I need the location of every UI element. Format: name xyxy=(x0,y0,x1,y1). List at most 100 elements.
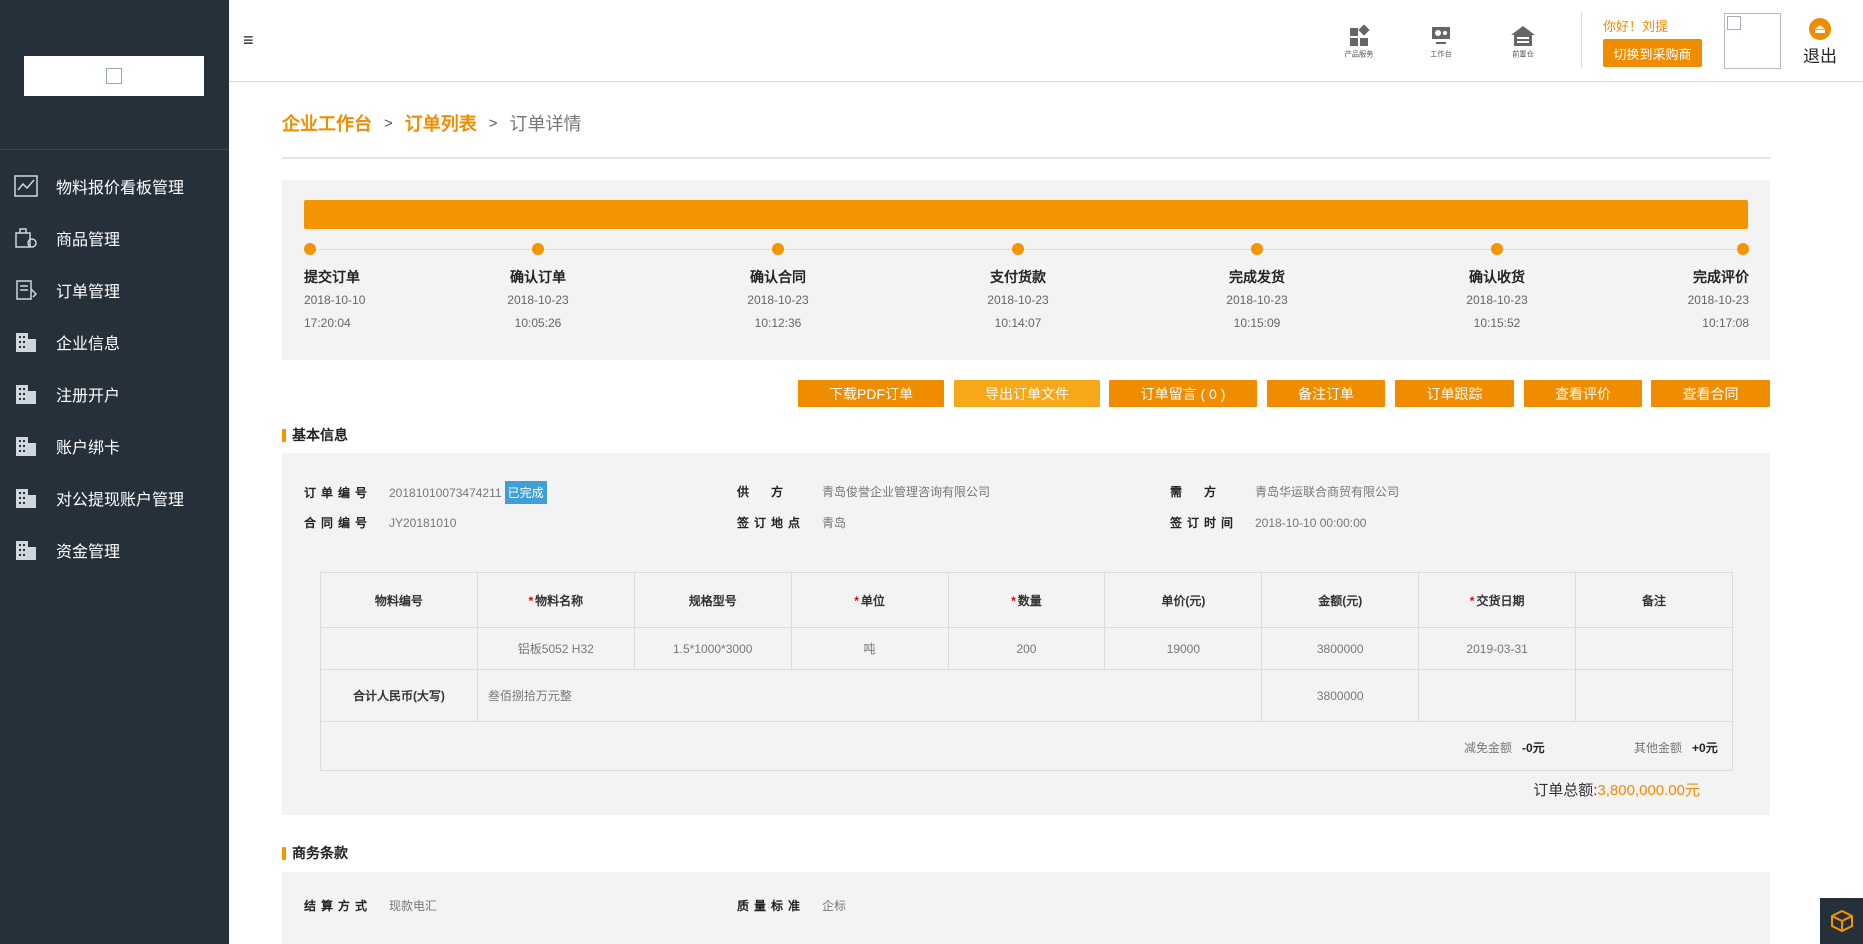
sum-empty-cell xyxy=(1418,669,1577,722)
building-icon xyxy=(14,487,38,509)
column-header: * 物料名称 xyxy=(476,572,635,628)
building-icon xyxy=(14,435,38,457)
goods-icon xyxy=(14,227,38,249)
download-pdf-button[interactable]: 下载PDF订单 xyxy=(798,380,944,407)
order-message-button[interactable]: 订单留言 ( 0 ) xyxy=(1109,380,1257,407)
order-number-row: 订单编号 20181010073474211 已完成 xyxy=(304,481,547,504)
progress-dot xyxy=(1737,243,1749,255)
logout-button[interactable]: ⏏ 退出 xyxy=(1803,18,1837,67)
step-date: 2018-10-10 xyxy=(304,293,366,307)
breadcrumb-home-link[interactable]: 企业工作台 xyxy=(282,110,372,136)
box-icon xyxy=(1830,909,1853,933)
buyer-row: 需方 青岛华运联合商贸有限公司 xyxy=(1170,483,1399,500)
home-button[interactable]: 前置仓 xyxy=(1501,24,1545,60)
header-divider xyxy=(1581,12,1582,68)
sidebar-item-funds[interactable]: 资金管理 xyxy=(0,524,229,576)
breadcrumb-current: 订单详情 xyxy=(509,114,582,134)
sidebar-item-company-info[interactable]: 企业信息 xyxy=(0,316,229,368)
step-time: 10:15:52 xyxy=(1473,316,1521,330)
order-total-value: 3,800,000.00元 xyxy=(1597,782,1700,799)
info-label: 订单编号 xyxy=(304,486,373,500)
order-icon xyxy=(14,279,38,301)
step-title: 确认收货 xyxy=(1469,269,1525,285)
breadcrumb-order-list-link[interactable]: 订单列表 xyxy=(405,110,477,136)
column-header: * 数量 xyxy=(947,572,1106,628)
workbench-button[interactable]: 工作台 xyxy=(1419,24,1463,60)
order-total: 订单总额:3,800,000.00元 xyxy=(1533,779,1700,800)
product-service-button[interactable]: 产品服务 xyxy=(1337,24,1381,60)
sidebar-item-quote-board[interactable]: 物料报价看板管理 xyxy=(0,160,229,212)
sum-row: 合计人民币(大写) 叁佰捌拾万元整 3800000 xyxy=(320,669,1733,722)
cell-unit-price: 19000 xyxy=(1104,627,1263,670)
progress-dot xyxy=(1491,243,1503,255)
quality-standard: 企标 xyxy=(822,899,847,913)
info-label: 质量标准 xyxy=(737,899,806,913)
export-order-button[interactable]: 导出订单文件 xyxy=(954,380,1100,407)
order-items-table: 物料编号 * 物料名称 规格型号 * 单位 * 数量 单价(元) 金额(元) * 交货日… xyxy=(320,572,1733,771)
section-marker xyxy=(282,428,286,442)
section-title: 基本信息 xyxy=(292,427,348,443)
step-date: 2018-10-23 xyxy=(507,293,569,307)
product-service-icon xyxy=(1350,24,1370,46)
logo[interactable] xyxy=(24,56,204,96)
workbench-icon xyxy=(1432,27,1450,44)
broken-image-icon xyxy=(1727,16,1741,30)
quality-row: 质量标准 企标 xyxy=(737,897,846,914)
business-terms-panel: 结算方式 现款电汇 质量标准 企标 xyxy=(282,872,1770,944)
sidebar-item-orders[interactable]: 订单管理 xyxy=(0,264,229,316)
cell-delivery-date: 2019-03-31 xyxy=(1418,627,1577,670)
sidebar-item-withdraw-account[interactable]: 对公提现账户管理 xyxy=(0,472,229,524)
chart-icon xyxy=(14,175,38,197)
info-label: 签订地点 xyxy=(737,516,806,530)
step-date: 2018-10-23 xyxy=(987,293,1049,307)
breadcrumb-separator: > xyxy=(488,114,498,132)
sum-amount: 3800000 xyxy=(1261,669,1420,722)
adjustments-row: 减免金额 -0元 其他金额 +0元 xyxy=(320,721,1733,771)
column-header: 单价(元) xyxy=(1104,572,1263,628)
info-label: 供方 xyxy=(737,485,806,499)
order-number: 20181010073474211 xyxy=(389,485,502,500)
remark-order-button[interactable]: 备注订单 xyxy=(1267,380,1385,407)
view-contract-button[interactable]: 查看合同 xyxy=(1651,380,1770,407)
order-progress-bar xyxy=(304,200,1748,229)
info-label: 结算方式 xyxy=(304,899,373,913)
column-header: 物料编号 xyxy=(320,572,478,628)
progress-dot xyxy=(772,243,784,255)
step-time: 10:17:08 xyxy=(1702,316,1749,330)
order-items-panel: 物料编号 * 物料名称 规格型号 * 单位 * 数量 单价(元) 金额(元) * 交货日… xyxy=(282,555,1770,815)
broken-image-icon xyxy=(106,68,122,84)
logout-label: 退出 xyxy=(1803,47,1837,66)
status-badge: 已完成 xyxy=(504,481,547,504)
view-review-button[interactable]: 查看评价 xyxy=(1524,380,1642,407)
step-time: 10:14:07 xyxy=(994,316,1042,330)
buyer-name: 青岛华运联合商贸有限公司 xyxy=(1255,485,1400,499)
other-amount: 其他金额 +0元 xyxy=(1634,741,1718,755)
column-header: * 单位 xyxy=(790,572,949,628)
switch-to-buyer-button[interactable]: 切换到采购商 xyxy=(1603,39,1702,67)
step-date: 2018-10-23 xyxy=(747,293,809,307)
sidebar-item-bind-card[interactable]: 账户绑卡 xyxy=(0,420,229,472)
progress-dot xyxy=(1251,243,1263,255)
basic-info-panel: 订单编号 20181010073474211 已完成 供方 青岛俊誉企业管理咨询… xyxy=(282,453,1770,555)
supplier-name: 青岛俊誉企业管理咨询有限公司 xyxy=(822,485,991,499)
track-order-button[interactable]: 订单跟踪 xyxy=(1395,380,1514,407)
step-date: 2018-10-23 xyxy=(1687,293,1749,307)
cell-amount: 3800000 xyxy=(1261,627,1420,670)
floating-service-button[interactable] xyxy=(1820,898,1863,944)
discount-amount: 减免金额 -0元 xyxy=(1464,741,1545,755)
icon-caption: 工作台 xyxy=(1430,50,1452,59)
order-total-label: 订单总额: xyxy=(1533,782,1598,799)
breadcrumb-divider xyxy=(282,157,1770,159)
user-greeting: 你好！刘提 xyxy=(1603,19,1669,34)
avatar[interactable] xyxy=(1724,13,1781,69)
contract-number-row: 合同编号 JY20181010 xyxy=(304,514,456,531)
progress-dot xyxy=(532,243,544,255)
step-title: 支付货款 xyxy=(990,269,1046,285)
menu-toggle-icon[interactable]: ≡ xyxy=(243,30,254,51)
settlement-method: 现款电汇 xyxy=(389,899,438,913)
icon-caption: 产品服务 xyxy=(1344,50,1374,59)
order-progress-panel: 提交订单 2018-10-10 17:20:04 确认订单 2018-10-23… xyxy=(282,180,1770,360)
sidebar-menu: 物料报价看板管理 商品管理 订单管理 企业信息 注册开户 账户绑卡 对公提现账户… xyxy=(0,160,229,576)
step-title: 确认合同 xyxy=(750,269,806,285)
sidebar-item-goods[interactable]: 商品管理 xyxy=(0,212,229,264)
